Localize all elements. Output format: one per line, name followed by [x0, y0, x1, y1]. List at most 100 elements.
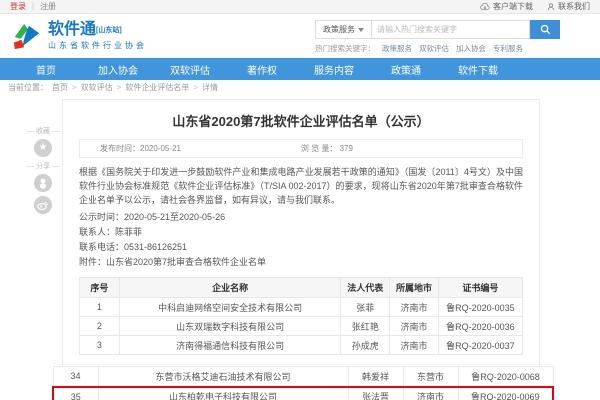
nav-item-7[interactable]: 软件下载	[442, 62, 514, 77]
favorite-button[interactable]: ★	[34, 139, 52, 157]
cloud-download-icon	[480, 3, 490, 11]
star-icon: ★	[39, 143, 48, 153]
table-cell: 韩爱祥	[348, 367, 403, 387]
user-icon	[547, 3, 555, 11]
nav-item-5[interactable]: 服务内容	[298, 62, 370, 77]
breadcrumb-items: 首页>双软评估>软件企业评估名单>详情	[52, 80, 218, 95]
site-header: 软件通[山东站] 山东省软件行业协会 政策服务 热门搜索关键字	[0, 14, 600, 58]
table-body-top: 1中科启迪网络空间安全技术有限公司张菲济南市鲁RQ-2020-00352山东双瑞…	[80, 298, 523, 355]
table-cell: 鲁RQ-2020-0068	[458, 367, 553, 387]
hot-search-label: 热门搜索关键字：	[315, 43, 375, 54]
share-weibo-button[interactable]	[34, 196, 52, 214]
nav-item-6[interactable]: 政策通	[370, 62, 442, 77]
page-title: 山东省2020第7批软件企业评估名单（公示）	[79, 100, 523, 130]
favorite-label: 收藏	[26, 126, 60, 136]
nav-item-1[interactable]: 首页	[10, 62, 82, 77]
hot-keyword-1[interactable]: 政策服务	[382, 43, 412, 54]
breadcrumb-label: 当前位置：	[8, 82, 48, 93]
chevron-down-icon	[358, 28, 364, 32]
search-category-dropdown[interactable]: 政策服务	[315, 20, 371, 39]
table-row-34: 34东营市沃格艾迪石油技术有限公司韩爱祥东营市鲁RQ-2020-0068	[53, 367, 553, 387]
info-line-2: 联系人：陈菲菲	[79, 225, 523, 240]
logo-icon	[12, 21, 42, 51]
logo-station: [山东站]	[96, 27, 122, 34]
info-line-3: 联系电话：0531-86126251	[79, 240, 523, 255]
nav-item-3[interactable]: 双软评估	[154, 62, 226, 77]
breadcrumb-item-1[interactable]: 首页	[52, 82, 68, 93]
table-cell: 3	[80, 336, 120, 355]
table-row-35: 35山东柏乾电子科技有限公司张法晋济南市鲁RQ-2020-0069	[53, 387, 553, 400]
table-cell: 济南市	[403, 387, 458, 400]
table-header-row: 序号企业名称法人代表所属地市证书编号	[80, 278, 523, 298]
table-cell: 鲁RQ-2020-0036	[438, 317, 522, 336]
client-download-link[interactable]: 客户端下载	[480, 1, 533, 12]
table-cell: 张法晋	[348, 387, 403, 400]
table-cell: 东营市	[403, 367, 458, 387]
table-cell: 2	[80, 317, 120, 336]
page: 登录 | 注册 客户端下载 联系我们	[0, 0, 600, 400]
table-cell: 张菲	[341, 298, 390, 317]
top-utility-bar: 登录 | 注册 客户端下载 联系我们	[0, 0, 600, 14]
breadcrumb-item-4: 详情	[202, 82, 218, 93]
enterprise-table-bottom: 34东营市沃格艾迪石油技术有限公司韩爱祥东营市鲁RQ-2020-006835山东…	[52, 366, 554, 400]
enterprise-table-top: 序号企业名称法人代表所属地市证书编号 1中科启迪网络空间安全技术有限公司张菲济南…	[79, 277, 523, 355]
main-nav: 首页加入协会双软评估著作权服务内容政策通软件下载	[0, 58, 600, 80]
table-cell: 张红艳	[341, 317, 390, 336]
breadcrumb-item-2[interactable]: 双软评估	[81, 82, 113, 93]
table-cell: 鲁RQ-2020-0037	[438, 336, 522, 355]
table-cell: 山东双瑞数字科技有限公司	[119, 317, 341, 336]
table-row-3: 3济南得福通信科技有限公司孙成虎济南市鲁RQ-2020-0037	[80, 336, 523, 355]
register-link[interactable]: 注册	[40, 1, 56, 12]
table-cell: 济南市	[390, 298, 439, 317]
table-cell: 济南市	[390, 336, 439, 355]
hot-keywords: 政策服务双软评估加入协会专利服务	[382, 43, 523, 54]
hot-keyword-2[interactable]: 双软评估	[419, 43, 449, 54]
breadcrumb-separator: >	[72, 83, 77, 92]
info-line-1: 公示时间：2020-05-21至2020-05-26	[79, 210, 523, 225]
topbar-divider: |	[32, 2, 34, 11]
contact-us-label: 联系我们	[558, 1, 590, 12]
search-icon	[540, 24, 551, 35]
logo-subtitle: 山东省软件行业协会	[48, 40, 147, 51]
client-download-label: 客户端下载	[493, 1, 533, 12]
logo-title: 软件通[山东站]	[48, 21, 147, 39]
table-cell: 济南市	[390, 317, 439, 336]
login-link[interactable]: 登录	[10, 1, 26, 12]
table-row-2: 2山东双瑞数字科技有限公司张红艳济南市鲁RQ-2020-0036	[80, 317, 523, 336]
enterprise-table-bottom-box: 34东营市沃格艾迪石油技术有限公司韩爱祥东营市鲁RQ-2020-006835山东…	[51, 365, 555, 400]
column-header-4: 所属地市	[390, 278, 439, 298]
search-input[interactable]	[371, 20, 530, 39]
table-cell: 山东柏乾电子科技有限公司	[98, 387, 348, 400]
site-logo[interactable]: 软件通[山东站] 山东省软件行业协会	[12, 21, 147, 51]
view-count: 浏 览 量： 379	[301, 143, 353, 154]
contact-us-link[interactable]: 联系我们	[547, 1, 590, 12]
search-category-label: 政策服务	[323, 24, 355, 35]
share-label: 分享	[26, 161, 60, 171]
table-body-bottom: 34东营市沃格艾迪石油技术有限公司韩爱祥东营市鲁RQ-2020-006835山东…	[53, 367, 553, 400]
table-row-1: 1中科启迪网络空间安全技术有限公司张菲济南市鲁RQ-2020-0035	[80, 298, 523, 317]
table-cell: 鲁RQ-2020-0035	[438, 298, 522, 317]
column-header-3: 法人代表	[341, 278, 390, 298]
search-button[interactable]	[530, 20, 560, 39]
breadcrumb-separator: >	[117, 83, 122, 92]
table-cell: 1	[80, 298, 120, 317]
share-qq-button[interactable]	[34, 174, 52, 192]
table-cell: 35	[53, 387, 98, 400]
table-cell: 济南得福通信科技有限公司	[119, 336, 341, 355]
hot-keyword-4[interactable]: 专利服务	[493, 43, 523, 54]
hot-keyword-3[interactable]: 加入协会	[456, 43, 486, 54]
info-lines: 公示时间：2020-05-21至2020-05-26联系人：陈菲菲联系电话：05…	[79, 210, 523, 270]
column-header-5: 证书编号	[438, 278, 522, 298]
search-area: 政策服务 热门搜索关键字： 政策服务双软评估加入协会专利服务	[315, 20, 560, 54]
article-meta: 发布时间：2020-05-21 浏 览 量： 379	[79, 139, 523, 158]
breadcrumb-item-3[interactable]: 软件企业评估名单	[125, 82, 189, 93]
table-cell: 34	[53, 367, 98, 387]
breadcrumb-separator: >	[193, 83, 198, 92]
hot-search-line: 热门搜索关键字： 政策服务双软评估加入协会专利服务	[315, 43, 560, 54]
column-header-1: 序号	[80, 278, 120, 298]
table-cell: 孙成虎	[341, 336, 390, 355]
nav-item-4[interactable]: 著作权	[226, 62, 298, 77]
nav-item-2[interactable]: 加入协会	[82, 62, 154, 77]
article-card: 山东省2020第7批软件企业评估名单（公示） 发布时间：2020-05-21 浏…	[62, 99, 540, 400]
table-cell: 鲁RQ-2020-0069	[458, 387, 553, 400]
